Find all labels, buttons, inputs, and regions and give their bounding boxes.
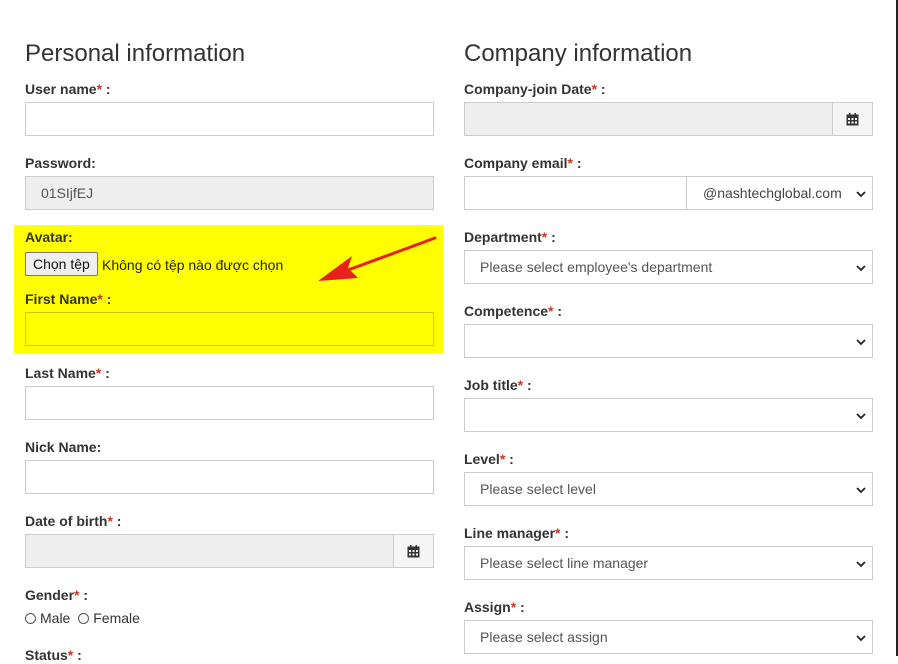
department-label-text: Department bbox=[464, 229, 542, 245]
red-arrow-annotation bbox=[318, 236, 437, 281]
line-manager-label: Line manager* : bbox=[464, 524, 569, 542]
label-colon: : bbox=[560, 525, 570, 541]
dob-input[interactable] bbox=[25, 534, 434, 568]
label-colon: : bbox=[102, 81, 111, 97]
personal-information-title: Personal information bbox=[25, 40, 246, 67]
join-date-calendar-button[interactable] bbox=[832, 103, 872, 135]
female-radio[interactable] bbox=[78, 613, 90, 624]
company-email-input[interactable] bbox=[464, 176, 687, 210]
job-title-select[interactable] bbox=[464, 398, 873, 432]
level-select[interactable]: Please select level bbox=[464, 472, 873, 506]
chevron-down-icon bbox=[856, 191, 866, 198]
male-label: Male bbox=[40, 610, 71, 626]
calendar-icon bbox=[407, 544, 420, 557]
chevron-down-icon bbox=[856, 635, 866, 642]
job-title-label: Job title* : bbox=[464, 376, 532, 394]
assign-label: Assign* : bbox=[464, 598, 525, 616]
dob-label: Date of birth* : bbox=[25, 512, 121, 530]
chevron-down-icon bbox=[856, 561, 866, 568]
assign-select[interactable]: Please select assign bbox=[464, 620, 873, 654]
female-label: Female bbox=[93, 610, 140, 626]
label-colon: : bbox=[516, 599, 525, 615]
last-name-input[interactable] bbox=[25, 386, 434, 420]
label-colon: : bbox=[112, 513, 122, 529]
dob-calendar-button[interactable] bbox=[393, 535, 433, 567]
company-information-title: Company information bbox=[464, 40, 693, 67]
assign-value: Please select assign bbox=[480, 629, 608, 645]
gender-label: Gender* : bbox=[25, 586, 88, 604]
line-manager-select[interactable]: Please select line manager bbox=[464, 546, 873, 580]
line-manager-label-text: Line manager bbox=[464, 525, 556, 541]
email-domain-value: @nashtechglobal.com bbox=[703, 185, 842, 201]
status-label-text: Status bbox=[25, 647, 68, 663]
join-date-input[interactable] bbox=[464, 102, 873, 136]
job-title-label-text: Job title bbox=[464, 377, 518, 393]
level-value: Please select level bbox=[480, 481, 596, 497]
first-name-label-text: First Name bbox=[25, 291, 98, 307]
chevron-down-icon bbox=[856, 339, 866, 346]
last-name-label: Last Name* : bbox=[25, 364, 110, 382]
chevron-down-icon bbox=[856, 487, 866, 494]
avatar-label: Avatar: bbox=[25, 229, 73, 245]
gender-options: Male Female bbox=[25, 609, 140, 627]
join-date-label: Company-join Date* : bbox=[464, 80, 606, 98]
last-name-label-text: Last Name bbox=[25, 365, 96, 381]
username-input[interactable] bbox=[25, 102, 434, 136]
department-label: Department* : bbox=[464, 228, 556, 246]
first-name-input[interactable] bbox=[25, 312, 434, 346]
username-label-text: User name bbox=[25, 81, 97, 97]
label-colon: : bbox=[553, 303, 563, 319]
first-name-label: First Name* : bbox=[25, 290, 111, 308]
label-colon: : bbox=[597, 81, 606, 97]
label-colon: : bbox=[79, 587, 89, 603]
username-label: User name* : bbox=[25, 80, 111, 98]
label-colon: : bbox=[101, 365, 110, 381]
label-colon: : bbox=[73, 647, 82, 663]
label-colon: : bbox=[102, 291, 112, 307]
label-colon: : bbox=[547, 229, 556, 245]
male-radio[interactable] bbox=[25, 613, 36, 624]
join-date-label-text: Company-join Date bbox=[464, 81, 592, 97]
password-input[interactable]: 01SIjfEJ bbox=[25, 176, 434, 210]
label-colon: : bbox=[505, 451, 514, 467]
competence-select[interactable] bbox=[464, 324, 873, 358]
assign-label-text: Assign bbox=[464, 599, 511, 615]
chevron-down-icon bbox=[856, 413, 866, 420]
file-status-text: Không có tệp nào được chọn bbox=[102, 257, 284, 273]
email-domain-select[interactable]: @nashtechglobal.com bbox=[686, 176, 873, 210]
dob-label-text: Date of birth bbox=[25, 513, 108, 529]
password-value: 01SIjfEJ bbox=[41, 185, 94, 201]
competence-label-text: Competence bbox=[464, 303, 549, 319]
label-colon: : bbox=[523, 377, 532, 393]
department-value: Please select employee's department bbox=[480, 259, 713, 275]
label-colon: : bbox=[572, 155, 582, 171]
password-label: Password: bbox=[25, 155, 96, 171]
level-label-text: Level bbox=[464, 451, 500, 467]
nick-name-input[interactable] bbox=[25, 460, 434, 494]
department-select[interactable]: Please select employee's department bbox=[464, 250, 873, 284]
competence-label: Competence* : bbox=[464, 302, 562, 320]
calendar-icon bbox=[846, 112, 859, 125]
nick-name-label: Nick Name: bbox=[25, 439, 102, 455]
line-manager-value: Please select line manager bbox=[480, 555, 649, 571]
gender-label-text: Gender bbox=[25, 587, 75, 603]
choose-file-button[interactable]: Chọn tệp bbox=[25, 252, 98, 276]
company-email-label: Company email* : bbox=[464, 154, 582, 172]
level-label: Level* : bbox=[464, 450, 514, 468]
company-email-label-text: Company email bbox=[464, 155, 568, 171]
chevron-down-icon bbox=[856, 265, 866, 272]
status-label: Status* : bbox=[25, 646, 82, 664]
